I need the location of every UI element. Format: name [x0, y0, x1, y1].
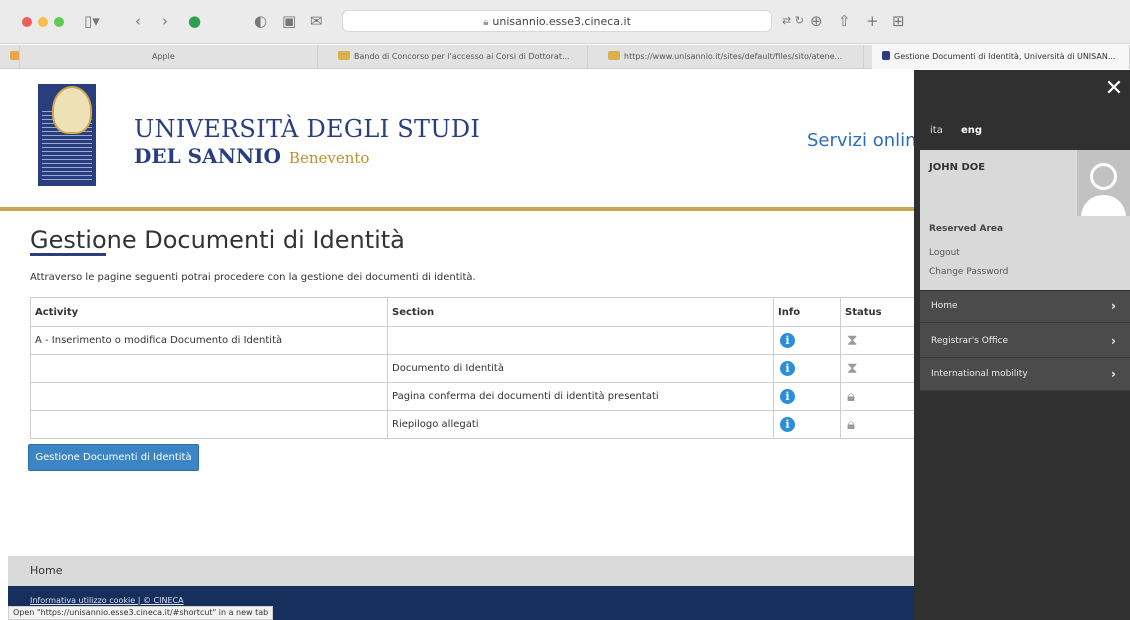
lock-icon: 🔒︎ [847, 387, 855, 405]
close-window-button[interactable] [22, 17, 32, 27]
reserved-area-heading: Reserved Area [929, 224, 1004, 234]
activity-cell: A - Inserimento o modifica Documento di … [30, 326, 388, 355]
servizi-online-link[interactable]: Servizi online [807, 130, 915, 151]
hourglass-icon: ⧗ [847, 359, 858, 377]
favicon-icon [882, 51, 890, 60]
status-cell: 🔒︎ [840, 410, 920, 439]
status-cell: ⧗ [840, 326, 920, 355]
table-row: Documento di Identità i ⧗ [30, 354, 920, 383]
info-cell: i [773, 382, 841, 411]
mail-icon[interactable]: ✉ [310, 11, 323, 31]
translate-icon[interactable]: ⇄ ↻ [782, 11, 804, 31]
chevron-right-icon: › [1111, 367, 1116, 381]
print-icon[interactable]: ▣ [282, 11, 296, 31]
section-cell: Documento di Identità [387, 354, 774, 383]
activity-cell [30, 354, 388, 383]
tab-apple[interactable]: Apple [148, 45, 318, 69]
table-row: A - Inserimento o modifica Documento di … [30, 326, 920, 355]
zoom-window-button[interactable] [54, 17, 64, 27]
info-cell: i [773, 410, 841, 439]
download-icon[interactable]: ⊕ [810, 11, 823, 31]
change-password-link[interactable]: Change Password [929, 267, 1008, 277]
url-text: unisannio.esse3.cineca.it [492, 15, 631, 28]
tab-bar: Apple Bando di Concorso per l'accesso ai… [0, 45, 1130, 69]
footer-home-link[interactable]: Home [30, 564, 62, 577]
panel-menu: Home › Registrar's Office › International … [920, 291, 1130, 391]
page-title: Gestione Documenti di Identità [30, 226, 405, 254]
back-icon[interactable]: ‹ [135, 11, 141, 31]
favicon-icon [338, 51, 350, 60]
chevron-right-icon: › [1111, 299, 1116, 313]
info-icon[interactable]: i [780, 389, 795, 404]
menu-item-registrars-office[interactable]: Registrar's Office › [920, 326, 1130, 358]
table-row: Riepilogo allegati i 🔒︎ [30, 410, 920, 439]
link-status-tooltip: Open "https://unisannio.esse3.cineca.it/… [8, 606, 274, 620]
browser-toolbar: ▯▾ ‹ › ● ◐ ▣ ✉ 🔒︎ unisannio.esse3.cineca.… [0, 0, 1130, 44]
minimize-window-button[interactable] [38, 17, 48, 27]
tab-gestione[interactable]: Gestione Documenti di Identità, Universi… [872, 45, 1130, 69]
header-status: Status [840, 297, 920, 327]
menu-item-international-mobility[interactable]: International mobility › [920, 359, 1130, 391]
info-icon[interactable]: i [780, 417, 795, 432]
info-icon[interactable]: i [780, 361, 795, 376]
close-icon[interactable]: ✕ [1103, 76, 1125, 102]
header-divider [0, 207, 915, 211]
activity-cell [30, 382, 388, 411]
tab-pinned[interactable] [0, 45, 20, 69]
header-activity: Activity [30, 297, 388, 327]
title-underline [30, 253, 106, 256]
logout-link[interactable]: Logout [929, 248, 960, 258]
hourglass-icon: ⧗ [847, 331, 858, 349]
window-controls[interactable] [22, 17, 64, 27]
lock-icon: 🔒︎ [847, 415, 855, 433]
header-info: Info [773, 297, 841, 327]
table-header-row: Activity Section Info Status [30, 297, 920, 327]
new-tab-icon[interactable]: + [866, 11, 879, 31]
tab-overview-icon[interactable]: ⊞ [892, 11, 905, 31]
share-icon[interactable]: ⇧ [838, 11, 851, 31]
info-cell: i [773, 354, 841, 383]
university-subname: DEL SANNIO Benevento [134, 144, 370, 168]
status-cell: 🔒︎ [840, 382, 920, 411]
university-logo-icon[interactable] [38, 84, 96, 186]
section-cell: Riepilogo allegati [387, 410, 774, 439]
chevron-right-icon: › [1111, 334, 1116, 348]
privacy-icon[interactable]: ◐ [254, 11, 267, 31]
university-name: UNIVERSITÀ DEGLI STUDI [134, 115, 481, 143]
table-row: Pagina conferma dei documenti di identit… [30, 382, 920, 411]
cookie-link[interactable]: Informativa utilizzo cookie | © CINECA [30, 596, 184, 605]
tab-bando[interactable]: Bando di Concorso per l'accesso ai Corsi… [328, 45, 588, 69]
grammarly-icon[interactable]: ● [188, 11, 201, 31]
activity-table: Activity Section Info Status A - Inserim… [30, 297, 920, 439]
address-bar[interactable]: 🔒︎ unisannio.esse3.cineca.it [342, 10, 772, 32]
status-cell: ⧗ [840, 354, 920, 383]
favicon-icon [608, 51, 620, 60]
lang-ita-link[interactable]: ita [930, 125, 943, 136]
tab-pdf[interactable]: https://www.unisannio.it/sites/default/f… [598, 45, 864, 69]
lock-icon: 🔒︎ [483, 17, 489, 28]
lang-eng-link[interactable]: eng [961, 125, 982, 136]
info-icon[interactable]: i [780, 333, 795, 348]
info-cell: i [773, 326, 841, 355]
sidebar-icon[interactable]: ▯▾ [84, 11, 100, 31]
activity-cell [30, 410, 388, 439]
footer-breadcrumb: Home [8, 556, 915, 586]
section-cell: Pagina conferma dei documenti di identit… [387, 382, 774, 411]
user-name: JOHN DOE [929, 162, 986, 173]
section-cell [387, 326, 774, 355]
forward-icon[interactable]: › [162, 11, 168, 31]
avatar [1077, 150, 1130, 216]
menu-item-home[interactable]: Home › [920, 291, 1130, 323]
header-section: Section [387, 297, 774, 327]
gestione-documenti-button[interactable]: Gestione Documenti di Identità [28, 444, 199, 471]
intro-text: Attraverso le pagine seguenti potrai pro… [30, 272, 476, 283]
